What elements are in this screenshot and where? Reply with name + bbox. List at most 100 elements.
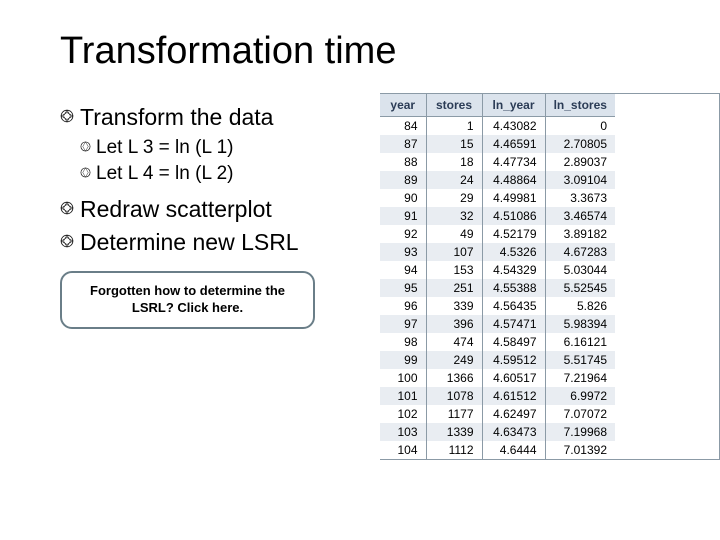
table-cell: 94: [380, 261, 426, 279]
slide-title: Transformation time: [60, 30, 720, 73]
table-row: 92494.521793.89182: [380, 225, 615, 243]
table-cell: 4.55388: [482, 279, 545, 297]
table-cell: 92: [380, 225, 426, 243]
table-cell: 339: [426, 297, 482, 315]
table-row: 87154.465912.70805: [380, 135, 615, 153]
aperture-icon: [60, 109, 74, 123]
table-cell: 100: [380, 369, 426, 387]
table-cell: 91: [380, 207, 426, 225]
table-cell: 96: [380, 297, 426, 315]
table-cell: 4.52179: [482, 225, 545, 243]
table-cell: 107: [426, 243, 482, 261]
table-cell: 18: [426, 153, 482, 171]
table-cell: 4.46591: [482, 135, 545, 153]
table-cell: 4.49981: [482, 189, 545, 207]
table-cell: 474: [426, 333, 482, 351]
table-cell: 49: [426, 225, 482, 243]
table-cell: 7.19968: [545, 423, 615, 441]
table-cell: 1112: [426, 441, 482, 459]
table-cell: 4.60517: [482, 369, 545, 387]
table-cell: 3.3673: [545, 189, 615, 207]
table-row: 90294.499813.3673: [380, 189, 615, 207]
sub-bullet-item: Let L 4 = ln (L 2): [80, 162, 380, 186]
table-row: 8414.430820: [380, 117, 615, 136]
table-cell: 251: [426, 279, 482, 297]
col-header: year: [380, 94, 426, 117]
table-row: 10411124.64447.01392: [380, 441, 615, 459]
bullet-item: Determine new LSRL: [60, 228, 380, 257]
table-row: 10013664.605177.21964: [380, 369, 615, 387]
table-cell: 1177: [426, 405, 482, 423]
table-cell: 98: [380, 333, 426, 351]
table-row: 10313394.634737.19968: [380, 423, 615, 441]
table-row: 10110784.615126.9972: [380, 387, 615, 405]
data-table: year stores ln_year ln_stores 8414.43082…: [380, 94, 615, 459]
table-cell: 4.59512: [482, 351, 545, 369]
table-row: 992494.595125.51745: [380, 351, 615, 369]
table-cell: 4.6444: [482, 441, 545, 459]
table-cell: 4.62497: [482, 405, 545, 423]
aperture-icon: [80, 167, 91, 178]
table-cell: 249: [426, 351, 482, 369]
table-cell: 5.52545: [545, 279, 615, 297]
table-cell: 99: [380, 351, 426, 369]
data-table-wrap: year stores ln_year ln_stores 8414.43082…: [380, 93, 720, 460]
bullet-item: Transform the data: [60, 103, 380, 132]
table-cell: 4.48864: [482, 171, 545, 189]
col-header: ln_year: [482, 94, 545, 117]
table-cell: 104: [380, 441, 426, 459]
table-cell: 5.51745: [545, 351, 615, 369]
table-cell: 4.5326: [482, 243, 545, 261]
table-cell: 1: [426, 117, 482, 136]
table-cell: 101: [380, 387, 426, 405]
table-cell: 32: [426, 207, 482, 225]
table-cell: 97: [380, 315, 426, 333]
sub-bullet-text: Let L 3 = ln (L 1): [96, 136, 233, 160]
sub-bullet-item: Let L 3 = ln (L 1): [80, 136, 380, 160]
table-row: 952514.553885.52545: [380, 279, 615, 297]
table-row: 91324.510863.46574: [380, 207, 615, 225]
content-area: Transform the data Let L 3 = ln (L 1) Le…: [60, 93, 720, 460]
table-row: 984744.584976.16121: [380, 333, 615, 351]
table-cell: 102: [380, 405, 426, 423]
table-cell: 5.826: [545, 297, 615, 315]
table-cell: 6.9972: [545, 387, 615, 405]
col-header: ln_stores: [545, 94, 615, 117]
table-cell: 95: [380, 279, 426, 297]
table-cell: 29: [426, 189, 482, 207]
table-row: 941534.543295.03044: [380, 261, 615, 279]
table-cell: 1078: [426, 387, 482, 405]
aperture-icon: [80, 141, 91, 152]
table-row: 89244.488643.09104: [380, 171, 615, 189]
table-row: 973964.574715.98394: [380, 315, 615, 333]
table-cell: 89: [380, 171, 426, 189]
table-cell: 84: [380, 117, 426, 136]
table-cell: 4.67283: [545, 243, 615, 261]
table-row: 963394.564355.826: [380, 297, 615, 315]
table-cell: 7.21964: [545, 369, 615, 387]
bullet-text: Transform the data: [80, 103, 273, 132]
table-cell: 5.03044: [545, 261, 615, 279]
table-cell: 3.89182: [545, 225, 615, 243]
table-cell: 153: [426, 261, 482, 279]
table-cell: 2.70805: [545, 135, 615, 153]
callout-button[interactable]: Forgotten how to determine the LSRL? Cli…: [60, 271, 315, 329]
table-cell: 4.57471: [482, 315, 545, 333]
table-cell: 4.58497: [482, 333, 545, 351]
table-cell: 1339: [426, 423, 482, 441]
table-cell: 6.16121: [545, 333, 615, 351]
bullet-text: Determine new LSRL: [80, 228, 299, 257]
aperture-icon: [60, 234, 74, 248]
table-cell: 90: [380, 189, 426, 207]
table-cell: 3.46574: [545, 207, 615, 225]
bullet-item: Redraw scatterplot: [60, 195, 380, 224]
table-cell: 4.56435: [482, 297, 545, 315]
table-row: 931074.53264.67283: [380, 243, 615, 261]
bullet-list: Transform the data Let L 3 = ln (L 1) Le…: [60, 93, 380, 329]
table-cell: 4.63473: [482, 423, 545, 441]
table-cell: 88: [380, 153, 426, 171]
aperture-icon: [60, 201, 74, 215]
table-cell: 4.43082: [482, 117, 545, 136]
table-cell: 93: [380, 243, 426, 261]
table-cell: 1366: [426, 369, 482, 387]
